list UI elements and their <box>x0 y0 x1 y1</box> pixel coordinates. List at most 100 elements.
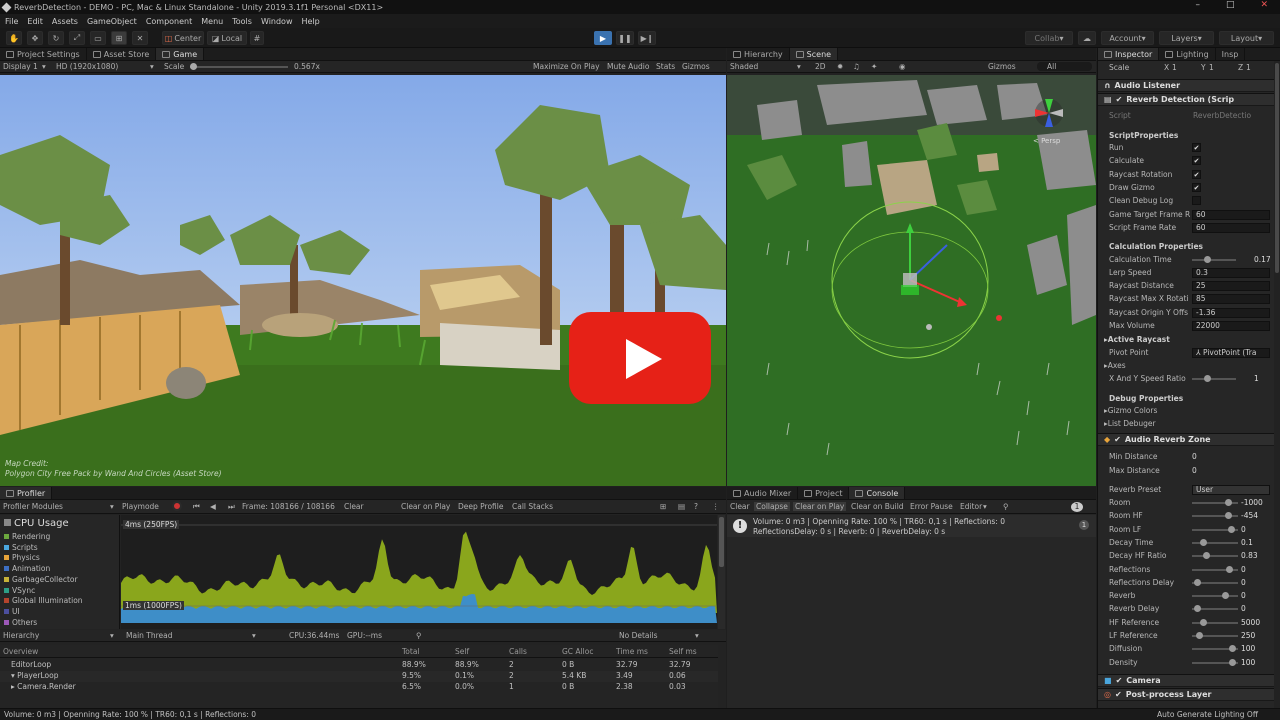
close-button[interactable]: ✕ <box>1260 0 1268 14</box>
pivot-field[interactable]: ⅄ PivotPoint (Tra <box>1192 347 1270 358</box>
reverb-hfref-knob[interactable] <box>1200 618 1207 626</box>
menu-component[interactable]: Component <box>146 17 192 26</box>
maximize-on-play-toggle[interactable]: Maximize On Play <box>533 62 600 71</box>
reverb-roomhf-slider[interactable] <box>1192 512 1238 520</box>
layout-dropdown[interactable]: Layout ▾ <box>1219 31 1274 45</box>
menu-window[interactable]: Window <box>261 17 293 26</box>
reverb-room-knob[interactable] <box>1224 499 1232 506</box>
col-self[interactable]: Self <box>455 647 469 656</box>
tab-scene[interactable]: Scene <box>789 48 839 60</box>
tab-game[interactable]: Game <box>156 48 205 60</box>
status-message[interactable]: Volume: 0 m3 | Openning Rate: 100 % | TR… <box>4 710 256 719</box>
menu-icon[interactable]: ⋮ <box>712 502 720 511</box>
menu-edit[interactable]: Edit <box>27 17 43 26</box>
scene-search-input[interactable]: All <box>1037 62 1092 71</box>
script-field[interactable]: ReverbDetectio <box>1193 111 1251 120</box>
scale-slider[interactable] <box>190 63 288 70</box>
script-frame-field[interactable]: 60 <box>1192 222 1270 233</box>
reverb-density-value[interactable]: 100 <box>1241 658 1255 667</box>
xy-speed-slider[interactable] <box>1192 375 1236 382</box>
col-gc-alloc[interactable]: GC Alloc <box>562 647 593 656</box>
cpu-usage-graph[interactable]: 4ms (250FPS) 1ms (1000FPS) <box>121 515 717 629</box>
calculate-checkbox[interactable]: ✔ <box>1192 156 1201 165</box>
deep-profile-toggle[interactable]: Deep Profile <box>458 502 503 511</box>
reverb-roomlf-slider[interactable] <box>1192 525 1238 533</box>
reverb-decayhf-value[interactable]: 0.83 <box>1241 551 1258 560</box>
pause-button[interactable]: ❚❚ <box>616 31 634 45</box>
reverb-refldelay-slider[interactable] <box>1192 578 1238 586</box>
gizmo-colors-foldout[interactable]: ▸ Gizmo Colors <box>1104 405 1269 416</box>
legend-item[interactable]: GarbageCollector <box>4 575 78 584</box>
scale-y-field[interactable]: 1 <box>1209 63 1214 72</box>
cloud-icon[interactable]: ☁ <box>1078 31 1096 45</box>
editor-dropdown[interactable]: Editor <box>960 502 982 511</box>
rotate-tool-icon[interactable]: ↻ <box>48 31 64 45</box>
xy-speed-knob[interactable] <box>1204 375 1211 382</box>
raycast-origin-field[interactable]: -1.36 <box>1192 307 1270 318</box>
stats-toggle[interactable]: Stats <box>656 62 675 71</box>
raycast-rotation-field[interactable]: 85 <box>1192 293 1270 304</box>
graph-scrollbar[interactable] <box>718 515 725 629</box>
account-dropdown[interactable]: Account ▾ <box>1101 31 1154 45</box>
menu-file[interactable]: File <box>5 17 18 26</box>
run-checkbox[interactable]: ✔ <box>1192 143 1201 152</box>
transform-tool-icon[interactable]: ⊞ <box>111 31 127 45</box>
reverb-decay-value[interactable]: 0.1 <box>1241 538 1253 547</box>
reverb-lfref-value[interactable]: 250 <box>1241 631 1255 640</box>
tab-audio-mixer[interactable]: Audio Mixer <box>727 487 799 499</box>
tab-project[interactable]: Project <box>798 487 850 499</box>
legend-item[interactable]: Animation <box>4 564 50 573</box>
lighting-toggle-icon[interactable]: ✹ <box>837 62 843 71</box>
audio-reverb-zone-header[interactable]: ◆ ✔ Audio Reverb Zone <box>1098 433 1274 446</box>
reverb-roomhf-knob[interactable] <box>1224 512 1232 520</box>
col-time-ms[interactable]: Time ms <box>616 647 648 656</box>
max-distance-field[interactable]: 0 <box>1192 466 1197 475</box>
audio-listener-header[interactable]: ∩ Audio Listener <box>1098 79 1274 92</box>
camera-checkbox[interactable]: ✔ <box>1116 676 1123 685</box>
menu-help[interactable]: Help <box>302 17 320 26</box>
reverb-roomhf-value[interactable]: -454 <box>1241 511 1258 520</box>
record-icon[interactable] <box>172 501 182 511</box>
reverb-preset-dropdown[interactable]: User <box>1192 484 1270 495</box>
reverb-refl-slider[interactable] <box>1192 565 1238 573</box>
reverb-density-slider[interactable] <box>1192 658 1238 666</box>
draw-gizmo-checkbox[interactable]: ✔ <box>1192 183 1201 192</box>
reverb-roomlf-value[interactable]: 0 <box>1241 525 1246 534</box>
col-overview[interactable]: Overview <box>3 647 38 656</box>
collab-dropdown[interactable]: Collab ▾ <box>1025 31 1073 45</box>
legend-item[interactable]: UI <box>4 607 20 616</box>
load-icon[interactable]: ⊞ <box>660 502 666 511</box>
reverb-refl-value[interactable]: 0 <box>1241 565 1246 574</box>
move-tool-icon[interactable]: ✥ <box>27 31 43 45</box>
collapse-toggle[interactable]: Collapse <box>754 502 790 511</box>
menu-tools[interactable]: Tools <box>232 17 252 26</box>
mode-2d-toggle[interactable]: 2D <box>815 62 826 71</box>
cpu-usage-title[interactable]: CPU Usage <box>4 518 69 529</box>
hand-tool-icon[interactable]: ✋ <box>6 31 22 45</box>
reverb-reverbdelay-slider[interactable] <box>1192 605 1238 613</box>
reverb-reverb-value[interactable]: 0 <box>1241 591 1246 600</box>
custom-tool-icon[interactable]: ✕ <box>132 31 148 45</box>
col-calls[interactable]: Calls <box>509 647 527 656</box>
reverb-decayhf-knob[interactable] <box>1203 552 1211 560</box>
grid-snap-icon[interactable]: # <box>250 31 264 45</box>
reverb-diffusion-value[interactable]: 100 <box>1241 644 1255 653</box>
scale-tool-icon[interactable]: ⤢ <box>69 31 85 45</box>
tab-console[interactable]: Console <box>849 487 906 499</box>
rect-tool-icon[interactable]: ▭ <box>90 31 106 45</box>
table-row[interactable]: ▾ PlayerLoop 9.5% 0.1% 2 5.4 KB 3.49 0.06 <box>0 671 718 682</box>
scene-viewport[interactable]: < Persp <box>727 75 1096 486</box>
step-button[interactable]: ▶❙ <box>638 31 656 45</box>
tab-profiler[interactable]: Profiler <box>0 487 53 499</box>
tab-hierarchy[interactable]: Hierarchy <box>727 48 790 60</box>
reverb-diffusion-slider[interactable] <box>1192 645 1238 653</box>
post-process-checkbox[interactable]: ✔ <box>1115 690 1122 699</box>
details-dropdown[interactable]: No Details <box>619 631 658 640</box>
post-process-header[interactable]: ◎ ✔ Post-process Layer <box>1098 688 1274 701</box>
calc-time-knob[interactable] <box>1204 256 1211 263</box>
reverb-density-knob[interactable] <box>1228 658 1236 666</box>
reverb-hfref-value[interactable]: 5000 <box>1241 618 1260 627</box>
reverb-diffusion-knob[interactable] <box>1228 645 1236 653</box>
reverb-reverbdelay-value[interactable]: 0 <box>1241 604 1246 613</box>
clean-debug-checkbox[interactable] <box>1192 196 1201 205</box>
